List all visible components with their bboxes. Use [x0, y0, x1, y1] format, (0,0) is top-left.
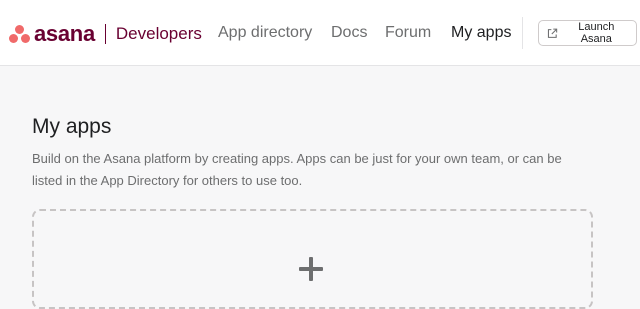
asana-developers-logo[interactable]: asana Developers: [9, 21, 202, 46]
top-navigation-bar: asana Developers App directory Docs Foru…: [0, 0, 640, 66]
plus-icon[interactable]: [299, 257, 323, 281]
developers-label: Developers: [115, 24, 202, 43]
page-description: Build on the Asana platform by creating …: [32, 151, 562, 188]
nav-my-apps[interactable]: My apps: [451, 0, 511, 66]
nav-forum[interactable]: Forum: [385, 0, 431, 66]
nav-divider: [522, 17, 523, 49]
launch-asana-button[interactable]: Launch Asana: [538, 20, 637, 46]
nav-app-directory[interactable]: App directory: [218, 0, 312, 66]
launch-asana-label: Launch Asana: [578, 21, 615, 45]
page-title: My apps: [32, 115, 112, 138]
nav-docs[interactable]: Docs: [331, 0, 367, 66]
asana-wordmark: asana: [34, 21, 95, 46]
logo-divider: [104, 24, 106, 44]
asana-logo-icon: [9, 24, 31, 44]
external-link-icon: [547, 28, 558, 38]
